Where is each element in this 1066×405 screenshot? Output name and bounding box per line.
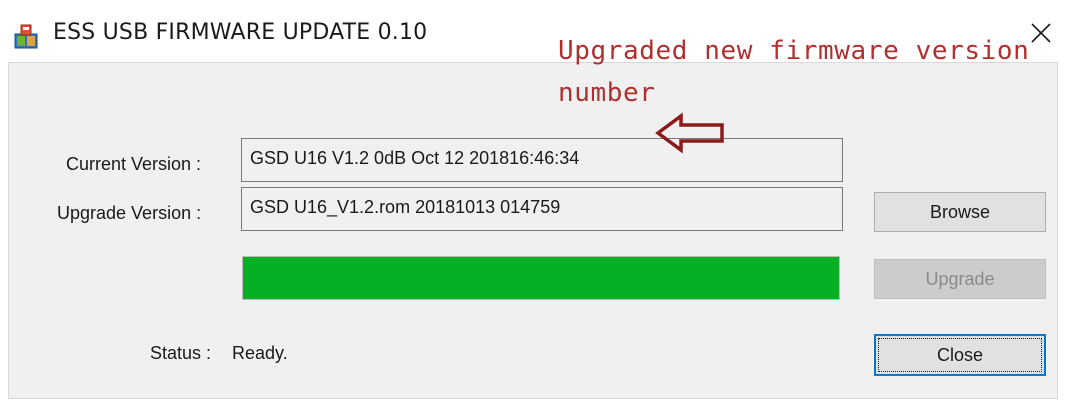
browse-button[interactable]: Browse bbox=[874, 192, 1046, 232]
close-icon[interactable] bbox=[1026, 18, 1056, 48]
upgrade-version-field[interactable]: GSD U16_V1.2.rom 20181013 014759 bbox=[241, 187, 843, 231]
current-version-field: GSD U16 V1.2 0dB Oct 12 201816:46:34 bbox=[241, 138, 843, 182]
status-label: Status : bbox=[150, 343, 212, 363]
firmware-update-window: ESS USB FIRMWARE UPDATE 0.10 Current Ver… bbox=[0, 0, 1066, 405]
annotation-text-line2: number bbox=[558, 78, 656, 108]
close-button-label: Close bbox=[936, 344, 984, 365]
usb-installer-icon bbox=[12, 22, 40, 50]
current-version-label: Current Version : bbox=[66, 154, 202, 174]
annotation-text-line1: Upgraded new firmware version bbox=[558, 36, 1030, 66]
arrow-left-icon bbox=[655, 112, 727, 158]
window-title: ESS USB FIRMWARE UPDATE 0.10 bbox=[53, 20, 428, 45]
progress-fill bbox=[243, 257, 839, 299]
upgrade-button[interactable]: Upgrade bbox=[874, 259, 1046, 299]
upgrade-progress-bar bbox=[242, 256, 840, 300]
status-value: Ready. bbox=[232, 343, 288, 363]
close-button[interactable]: Close bbox=[874, 334, 1046, 376]
upgrade-version-label: Upgrade Version : bbox=[57, 203, 202, 223]
